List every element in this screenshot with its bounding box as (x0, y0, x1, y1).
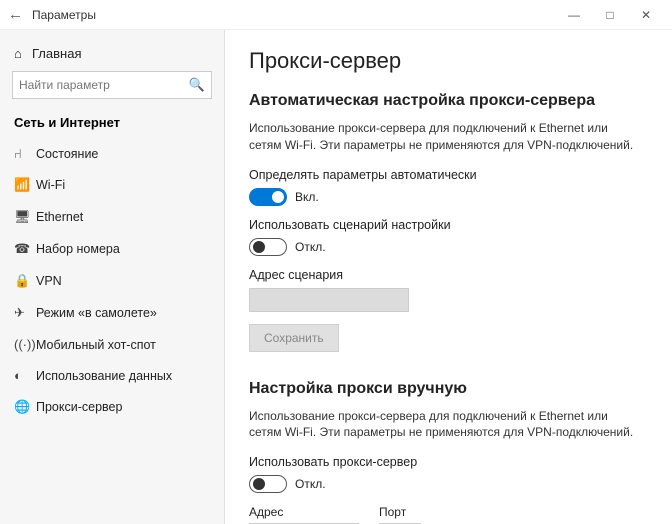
sidebar-item-datausage[interactable]: ◐ Использование данных (0, 360, 224, 391)
script-toggle[interactable] (249, 238, 287, 256)
section-title: Сеть и Интернет (0, 109, 224, 138)
script-address-input[interactable] (249, 288, 409, 312)
script-state: Откл. (295, 240, 326, 254)
sidebar-item-hotspot[interactable]: ((·)) Мобильный хот-спот (0, 329, 224, 360)
search-icon: 🔍 (189, 77, 205, 93)
script-label: Использовать сценарий настройки (249, 218, 648, 232)
minimize-button[interactable]: — (556, 8, 592, 22)
vpn-icon: 🔒 (14, 273, 36, 289)
sidebar-item-dialup[interactable]: ☎ Набор номера (0, 233, 224, 265)
search-box[interactable]: 🔍 (12, 71, 212, 99)
sidebar-item-label: Набор номера (36, 242, 120, 256)
detect-state: Вкл. (295, 190, 319, 204)
airplane-icon: ✈ (14, 305, 36, 321)
sidebar-item-label: Прокси-сервер (36, 400, 122, 414)
manual-proxy-section: Настройка прокси вручную Использование п… (249, 380, 648, 524)
manual-description: Использование прокси-сервера для подключ… (249, 408, 639, 442)
sidebar-item-vpn[interactable]: 🔒 VPN (0, 265, 224, 297)
ethernet-icon: 🖥 (14, 209, 36, 225)
search-input[interactable] (19, 78, 189, 92)
home-link[interactable]: ⌂ Главная (0, 40, 224, 71)
globe-icon: 🌐 (14, 399, 36, 415)
datausage-icon: ◐ (14, 368, 36, 383)
status-icon: ⑁ (14, 146, 36, 161)
manual-heading: Настройка прокси вручную (249, 380, 648, 398)
auto-description: Использование прокси-сервера для подключ… (249, 120, 639, 154)
sidebar-item-label: Мобильный хот-спот (36, 338, 156, 352)
sidebar-item-airplane[interactable]: ✈ Режим «в самолете» (0, 297, 224, 329)
close-button[interactable]: ✕ (628, 8, 664, 22)
sidebar-item-label: VPN (36, 274, 62, 288)
use-proxy-toggle[interactable] (249, 475, 287, 493)
maximize-button[interactable]: □ (592, 8, 628, 22)
back-button[interactable]: ← (8, 6, 28, 23)
titlebar: ← Параметры — □ ✕ (0, 0, 672, 30)
wifi-icon: 📶 (14, 177, 36, 193)
detect-label: Определять параметры автоматически (249, 168, 648, 182)
hotspot-icon: ((·)) (14, 337, 36, 352)
sidebar-item-label: Состояние (36, 147, 98, 161)
sidebar: ⌂ Главная 🔍 Сеть и Интернет ⑁ Состояние … (0, 30, 225, 524)
port-label: Порт (379, 505, 421, 519)
dialup-icon: ☎ (14, 241, 36, 257)
sidebar-item-label: Использование данных (36, 369, 172, 383)
home-icon: ⌂ (14, 46, 32, 61)
sidebar-item-label: Wi-Fi (36, 178, 65, 192)
content: Прокси-сервер Автоматическая настройка п… (225, 30, 672, 524)
script-address-label: Адрес сценария (249, 268, 648, 282)
address-label: Адрес (249, 505, 359, 519)
use-proxy-state: Откл. (295, 477, 326, 491)
use-proxy-label: Использовать прокси-сервер (249, 455, 648, 469)
sidebar-item-wifi[interactable]: 📶 Wi-Fi (0, 169, 224, 201)
sidebar-item-label: Режим «в самолете» (36, 306, 157, 320)
save-button: Сохранить (249, 324, 339, 352)
auto-heading: Автоматическая настройка прокси-сервера (249, 92, 648, 110)
home-label: Главная (32, 46, 81, 61)
sidebar-item-status[interactable]: ⑁ Состояние (0, 138, 224, 169)
sidebar-item-label: Ethernet (36, 210, 83, 224)
auto-proxy-section: Автоматическая настройка прокси-сервера … (249, 92, 648, 370)
sidebar-item-proxy[interactable]: 🌐 Прокси-сервер (0, 391, 224, 423)
detect-toggle[interactable] (249, 188, 287, 206)
window-title: Параметры (32, 8, 96, 22)
page-title: Прокси-сервер (249, 48, 648, 74)
sidebar-item-ethernet[interactable]: 🖥 Ethernet (0, 201, 224, 233)
